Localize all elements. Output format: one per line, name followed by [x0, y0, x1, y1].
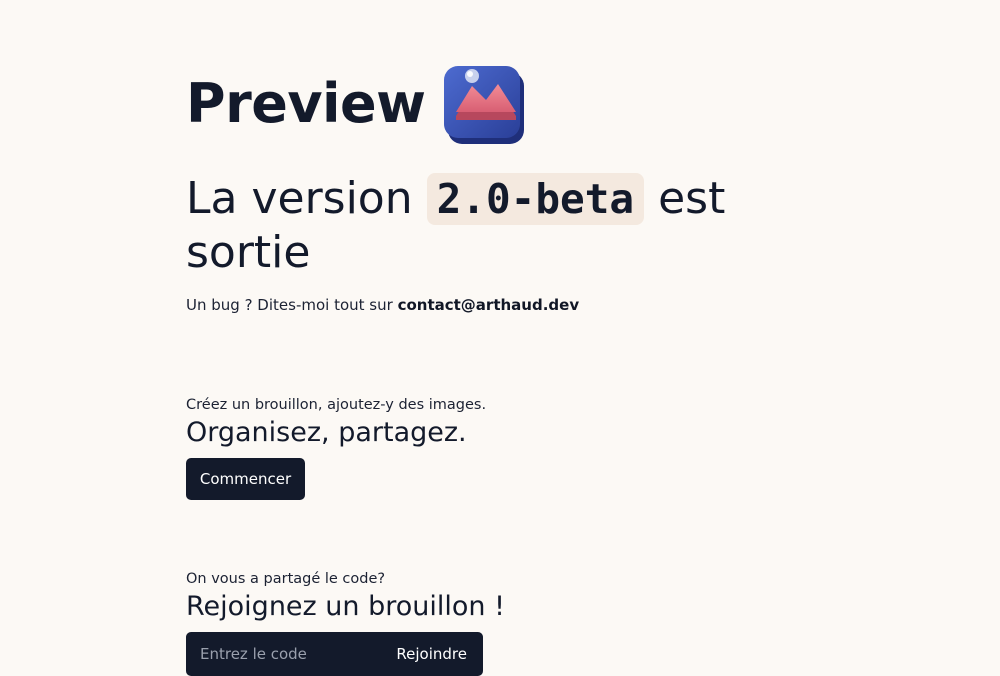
- create-hint: Créez un brouillon, ajoutez-y des images…: [186, 397, 487, 413]
- app-title: Preview: [186, 72, 426, 135]
- join-hint: On vous a partagé le code?: [186, 571, 386, 587]
- image-landscape-icon: [443, 66, 524, 144]
- bug-report-line: Un bug ? Dites-moi tout sur contact@arth…: [186, 296, 579, 314]
- create-draft-section: Créez un brouillon, ajoutez-y des images…: [186, 397, 486, 500]
- contact-email: contact@arthaud.dev: [397, 296, 580, 314]
- bug-report-text: Un bug ? Dites-moi tout sur: [186, 296, 393, 314]
- join-title: Rejoignez un brouillon !: [186, 591, 505, 622]
- release-headline: La version 2.0-beta est sortie: [186, 172, 806, 280]
- brand-header: Preview: [186, 60, 530, 148]
- code-input[interactable]: [200, 645, 380, 663]
- version-badge: 2.0-beta: [426, 173, 645, 225]
- headline-prefix: La version: [186, 173, 413, 224]
- join-form: Rejoindre: [186, 632, 483, 676]
- join-button[interactable]: Rejoindre: [396, 645, 467, 663]
- create-title: Organisez, partagez.: [186, 417, 467, 448]
- join-draft-section: On vous a partagé le code? Rejoignez un …: [186, 571, 505, 676]
- start-button[interactable]: Commencer: [186, 458, 305, 500]
